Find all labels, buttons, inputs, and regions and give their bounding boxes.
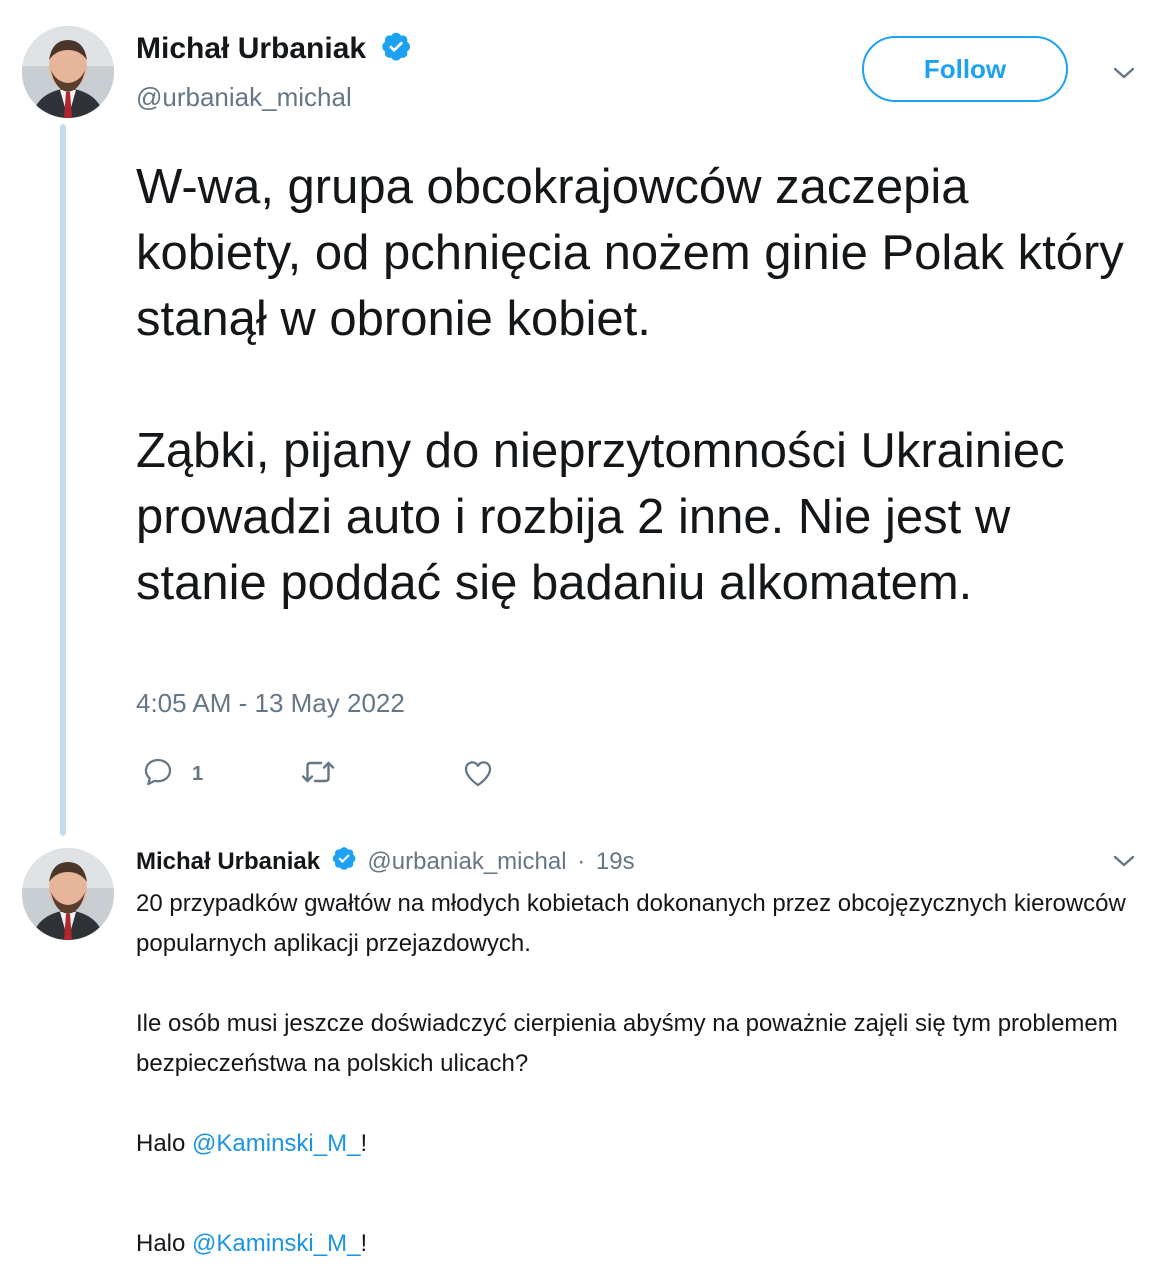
reply-paragraph: 20 przypadków gwałtów na młodych kobieta… xyxy=(136,890,1126,957)
halo-suffix: ! xyxy=(360,1130,368,1157)
reply-halo-line: Halo @Kaminski_M_! xyxy=(136,1224,1146,1264)
chevron-down-icon[interactable] xyxy=(1112,64,1136,87)
reply-icon xyxy=(140,755,176,794)
reply-author-name[interactable]: Michał Urbaniak xyxy=(136,848,320,875)
reply-separator: · xyxy=(577,847,586,875)
halo-prefix: Halo xyxy=(136,1230,193,1257)
author-handle[interactable]: @urbaniak_michal xyxy=(136,82,352,113)
retweet-button[interactable] xyxy=(300,757,336,792)
reply-halo-line: Halo @Kaminski_M_! xyxy=(136,1124,1146,1164)
thread-connector-line xyxy=(60,124,66,836)
avatar[interactable] xyxy=(22,26,114,118)
avatar[interactable] xyxy=(22,848,114,940)
reply-header[interactable]: Michał Urbaniak @urbaniak_michal · 19s xyxy=(136,845,635,880)
like-icon xyxy=(460,756,496,795)
mention-link[interactable]: @Kaminski_M_ xyxy=(192,1130,360,1157)
author-name-row[interactable]: Michał Urbaniak xyxy=(136,30,412,70)
reply-button[interactable]: 1 xyxy=(140,755,203,794)
tweet-text: W-wa, grupa obcokrajowców zaczepia kobie… xyxy=(136,154,1146,616)
follow-button[interactable]: Follow xyxy=(862,36,1068,102)
reply-time[interactable]: 19s xyxy=(596,848,635,875)
halo-prefix: Halo xyxy=(136,1130,193,1157)
reply-text: 20 przypadków gwałtów na młodych kobieta… xyxy=(136,884,1146,1264)
verified-badge-icon xyxy=(380,30,412,70)
author-name[interactable]: Michał Urbaniak xyxy=(136,32,366,65)
reply-author-handle[interactable]: @urbaniak_michal xyxy=(367,848,566,875)
chevron-down-icon[interactable] xyxy=(1112,852,1136,875)
retweet-icon xyxy=(300,757,336,792)
verified-badge-icon xyxy=(331,845,357,880)
reply-count: 1 xyxy=(192,763,204,785)
halo-suffix: ! xyxy=(360,1230,368,1257)
like-button[interactable] xyxy=(460,756,496,795)
tweet-paragraph: Ząbki, pijany do nieprzytomności Ukraini… xyxy=(136,424,1065,610)
tweet-paragraph: W-wa, grupa obcokrajowców zaczepia kobie… xyxy=(136,160,1124,346)
tweet-timestamp[interactable]: 4:05 AM - 13 May 2022 xyxy=(136,688,405,719)
reply-paragraph: Ile osób musi jeszcze doświadczyć cierpi… xyxy=(136,1010,1118,1077)
mention-link[interactable]: @Kaminski_M_ xyxy=(192,1230,360,1257)
